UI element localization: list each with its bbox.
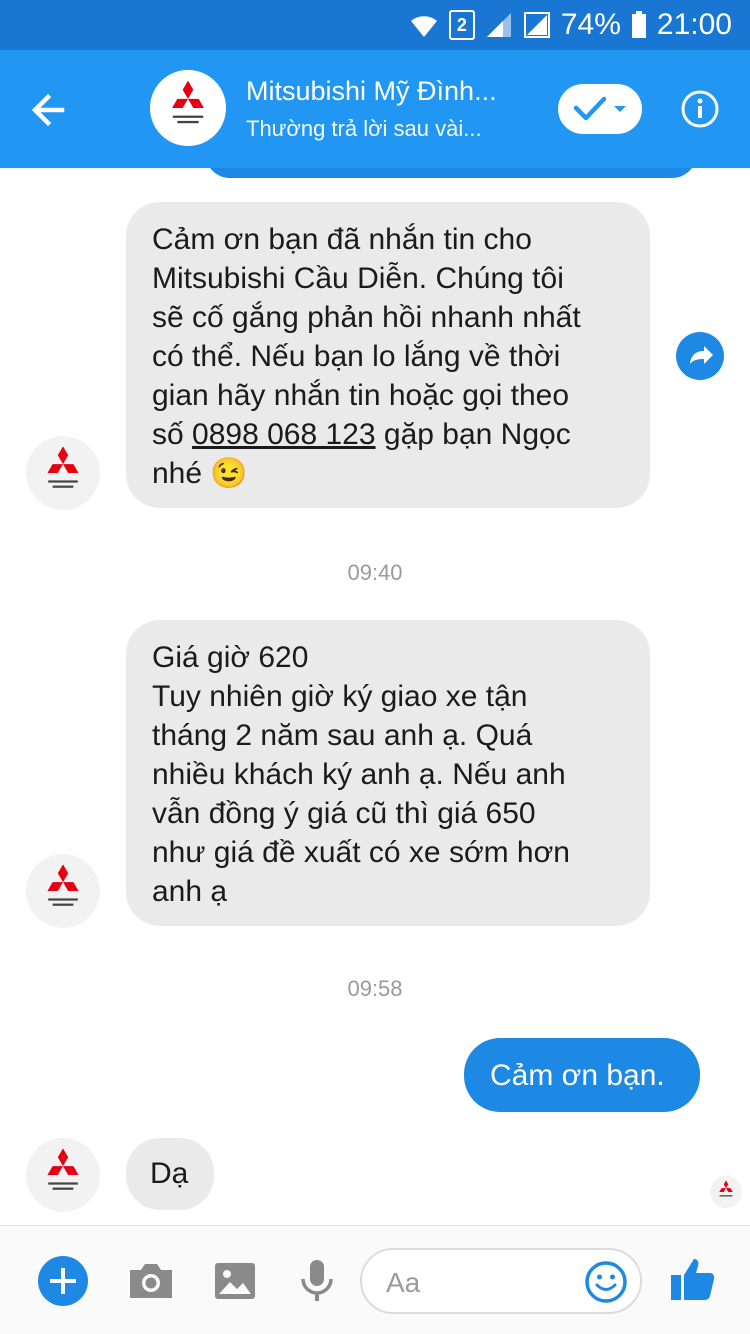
mitsubishi-logo-icon	[47, 446, 79, 488]
sender-avatar[interactable]	[26, 436, 100, 510]
camera-button[interactable]	[126, 1256, 176, 1306]
contact-name[interactable]: Mitsubishi Mỹ Đình...	[246, 76, 546, 107]
mitsubishi-logo-icon	[47, 864, 79, 906]
outgoing-message[interactable]: Cảm ơn bạn.	[464, 1038, 700, 1112]
message-line: tháng 2 năm sau anh ạ. Quá	[152, 719, 533, 752]
info-icon	[681, 90, 719, 128]
message-text: Cảm ơn bạn.	[490, 1058, 665, 1092]
message-line: vẫn đồng ý giá cũ thì giá 650	[152, 797, 536, 830]
smiley-icon	[585, 1261, 627, 1303]
text: gặp bạn Ngọc	[383, 418, 571, 451]
message-input-wrapper	[360, 1248, 642, 1314]
microphone-icon	[301, 1260, 333, 1301]
subscribed-button[interactable]	[558, 84, 642, 134]
message-line: sẽ cố gắng phản hồi nhanh nhất	[152, 301, 581, 334]
message-line: anh ạ	[152, 875, 228, 908]
incoming-message-2[interactable]: Giá giờ 620 Tuy nhiên giờ ký giao xe tận…	[126, 620, 650, 926]
message-line: có thể. Nếu bạn lo lắng về thời	[152, 340, 561, 373]
text: nhé	[152, 457, 203, 490]
arrow-left-icon	[31, 93, 65, 127]
message-line: gian hãy nhắn tin hoặc gọi theo	[152, 379, 569, 412]
seen-avatar	[710, 1176, 742, 1208]
battery-percent: 74%	[560, 8, 621, 41]
chat-header: Mitsubishi Mỹ Đình... Thường trả lời sau…	[0, 50, 750, 168]
gallery-button[interactable]	[210, 1256, 260, 1306]
emoji-button[interactable]	[584, 1260, 628, 1304]
status-bar: 2 74% 21:00	[0, 0, 750, 50]
info-button[interactable]	[680, 89, 720, 129]
wifi-icon	[409, 11, 439, 39]
clock: 21:00	[656, 8, 732, 41]
message-line: Cảm ơn bạn đã nhắn tin cho	[152, 223, 532, 256]
mitsubishi-logo-icon	[719, 1180, 733, 1197]
phone-link[interactable]: 0898 068 123	[192, 418, 376, 451]
signal-icon-2	[523, 11, 551, 39]
timestamp: 09:58	[347, 976, 403, 1001]
check-dropdown-icon	[573, 96, 626, 121]
message-line: như giá đề xuất có xe sớm hơn	[152, 836, 570, 869]
message-text: Dạ	[150, 1157, 189, 1190]
message-list[interactable]: Cảm ơn bạn đã nhắn tin cho Mitsubishi Cầ…	[0, 168, 750, 1225]
incoming-message-3[interactable]: Dạ	[126, 1138, 214, 1210]
signal-icon	[485, 11, 513, 39]
message-line-phone: số 0898 068 123 gặp bạn Ngọc	[152, 415, 624, 454]
incoming-message-1[interactable]: Cảm ơn bạn đã nhắn tin cho Mitsubishi Cầ…	[126, 202, 650, 508]
camera-icon	[130, 1264, 172, 1298]
contact-avatar[interactable]	[150, 70, 226, 146]
back-button[interactable]	[22, 84, 74, 136]
sender-avatar[interactable]	[26, 1138, 100, 1212]
plus-icon	[38, 1256, 88, 1306]
microphone-button[interactable]	[292, 1256, 342, 1306]
share-arrow-icon	[676, 332, 724, 380]
image-icon	[215, 1263, 255, 1299]
message-line: nhiều khách ký anh ạ. Nếu anh	[152, 758, 566, 791]
battery-icon	[631, 11, 647, 39]
sender-avatar[interactable]	[26, 854, 100, 928]
contact-status: Thường trả lời sau vài...	[246, 116, 482, 141]
previous-outgoing-bubble	[205, 168, 697, 178]
message-line: nhé 😉	[152, 454, 624, 493]
message-line: Mitsubishi Cầu Diễn. Chúng tôi	[152, 262, 564, 295]
share-button[interactable]	[676, 332, 724, 380]
add-button[interactable]	[38, 1256, 88, 1306]
composer-bar	[0, 1225, 750, 1334]
message-input[interactable]	[384, 1262, 578, 1304]
message-line: Giá giờ 620	[152, 641, 309, 674]
text: số	[152, 418, 184, 451]
message-line: Tuy nhiên giờ ký giao xe tận	[152, 680, 528, 713]
mitsubishi-logo-icon	[150, 70, 226, 146]
thumbs-up-icon	[671, 1259, 715, 1300]
wink-emoji: 😉	[210, 457, 248, 490]
status-icons: 2 74% 21:00	[409, 6, 732, 44]
sim-badge: 2	[448, 10, 475, 40]
like-button[interactable]	[668, 1254, 718, 1304]
timestamp: 09:40	[347, 560, 403, 585]
mitsubishi-logo-icon	[47, 1148, 79, 1190]
